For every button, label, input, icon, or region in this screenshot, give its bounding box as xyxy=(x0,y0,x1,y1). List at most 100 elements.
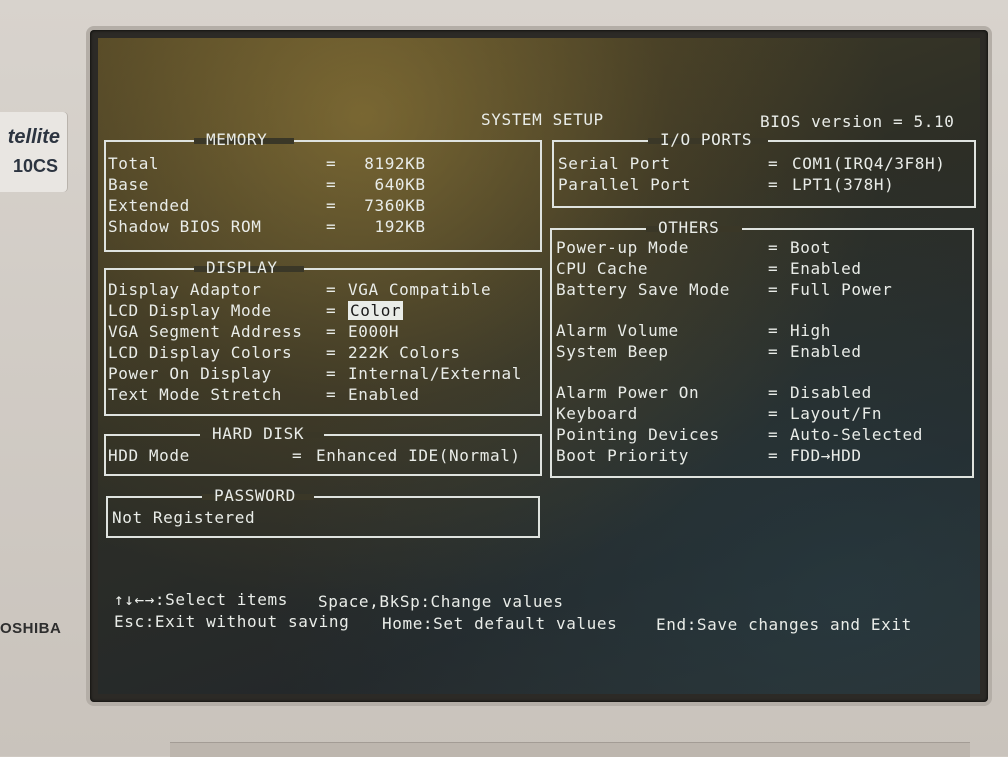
others-setting-equals: = xyxy=(768,446,779,465)
others-setting-label: Alarm Volume xyxy=(556,321,679,340)
help-set-default-values: Home:Set default values xyxy=(382,614,618,633)
memory-setting-value-cell: 7360KB xyxy=(354,196,426,216)
io-port-setting-equals: = xyxy=(768,154,779,173)
display-setting-value-cell: Color xyxy=(348,301,404,321)
display-setting-label: Text Mode Stretch xyxy=(108,385,282,404)
io-port-setting-label: Serial Port xyxy=(558,154,671,173)
others-setting-equals: = xyxy=(768,280,779,299)
others-setting-value-cell: Boot xyxy=(790,238,831,258)
others-setting-value[interactable]: Enabled xyxy=(790,342,862,361)
display-setting-label: VGA Segment Address xyxy=(108,322,303,341)
memory-setting-value[interactable]: 8192KB xyxy=(354,154,426,173)
help-change-values: Space,BkSp:Change values xyxy=(318,592,564,611)
others-setting-value-cell: Enabled xyxy=(790,342,862,362)
password-status[interactable]: Not Registered xyxy=(112,508,255,528)
others-setting-value-cell: Full Power xyxy=(790,280,892,300)
display-setting-label: Display Adaptor xyxy=(108,280,262,299)
others-setting-value[interactable]: Auto-Selected xyxy=(790,425,923,444)
display-setting-equals: = xyxy=(326,385,337,404)
others-setting-equals: = xyxy=(768,259,779,278)
others-setting-equals: = xyxy=(768,321,779,340)
model-logo-line2: 10CS xyxy=(12,156,58,176)
others-setting-value-cell: Auto-Selected xyxy=(790,425,923,445)
hard-disk-panel-title: HARD DISK xyxy=(212,424,305,443)
memory-setting-label: Extended xyxy=(108,196,190,215)
others-setting-value[interactable]: High xyxy=(790,321,831,340)
others-setting-label: CPU Cache xyxy=(556,259,649,278)
others-panel-title: OTHERS xyxy=(658,218,720,237)
display-setting-value[interactable]: Color xyxy=(348,301,404,320)
display-setting-label: LCD Display Mode xyxy=(108,301,272,320)
display-setting-equals: = xyxy=(326,301,337,320)
memory-panel-title: MEMORY xyxy=(206,130,268,149)
others-setting-value-cell: Layout/Fn xyxy=(790,404,882,424)
io-port-setting-label: Parallel Port xyxy=(558,175,692,194)
hdd-setting-equals: = xyxy=(292,446,303,465)
memory-setting-label: Base xyxy=(108,175,149,194)
io-port-setting-value-cell: COM1(IRQ4/3F8H) xyxy=(792,154,946,174)
display-setting-value-cell: Internal/External xyxy=(348,364,522,384)
io-ports-panel: I/O PORTS xyxy=(552,130,976,208)
display-setting-value[interactable]: Enabled xyxy=(348,385,420,404)
lcd-screen-frame: SYSTEM SETUP BIOS version = 5.10 MEMORY … xyxy=(90,30,988,702)
display-setting-value[interactable]: VGA Compatible xyxy=(348,280,491,299)
others-setting-label: Keyboard xyxy=(556,404,638,423)
memory-setting-label: Total xyxy=(108,154,160,173)
memory-setting-equals: = xyxy=(326,196,337,215)
others-setting-equals: = xyxy=(768,404,779,423)
display-setting-equals: = xyxy=(326,280,337,299)
display-setting-value-cell: VGA Compatible xyxy=(348,280,491,300)
hdd-setting-value[interactable]: Enhanced IDE(Normal) xyxy=(316,446,521,465)
display-setting-value-cell: Enabled xyxy=(348,385,420,405)
others-setting-label: System Beep xyxy=(556,342,669,361)
io-port-setting-value[interactable]: COM1(IRQ4/3F8H) xyxy=(792,154,946,173)
display-setting-equals: = xyxy=(326,364,337,383)
others-setting-equals: = xyxy=(768,238,779,257)
display-setting-label: LCD Display Colors xyxy=(108,343,293,362)
display-setting-value-cell: E000H xyxy=(348,322,399,342)
help-exit-without-saving: Esc:Exit without saving xyxy=(114,612,350,631)
others-setting-value[interactable]: Boot xyxy=(790,238,831,257)
hdd-setting-label: HDD Mode xyxy=(108,446,190,465)
others-setting-value[interactable]: FDD→HDD xyxy=(790,446,862,465)
display-setting-value[interactable]: Internal/External xyxy=(348,364,522,383)
bios-version: BIOS version = 5.10 xyxy=(760,112,955,131)
others-setting-label: Battery Save Mode xyxy=(556,280,730,299)
others-setting-value[interactable]: Disabled xyxy=(790,383,872,402)
others-setting-label: Boot Priority xyxy=(556,446,690,465)
display-setting-value[interactable]: 222K Colors xyxy=(348,343,461,362)
display-setting-equals: = xyxy=(326,343,337,362)
setup-title: SYSTEM SETUP xyxy=(481,110,604,129)
others-setting-equals: = xyxy=(768,342,779,361)
others-setting-value[interactable]: Enabled xyxy=(790,259,862,278)
bezel-bottom-edge xyxy=(170,742,970,757)
io-port-setting-value-cell: LPT1(378H) xyxy=(792,175,894,195)
others-setting-value[interactable]: Full Power xyxy=(790,280,892,299)
others-setting-equals: = xyxy=(768,425,779,444)
io-ports-panel-title: I/O PORTS xyxy=(660,130,753,149)
bios-setup-screen: SYSTEM SETUP BIOS version = 5.10 MEMORY … xyxy=(98,38,980,694)
others-setting-equals: = xyxy=(768,383,779,402)
others-setting-label: Pointing Devices xyxy=(556,425,720,444)
model-logo-badge: tellite 10CS xyxy=(0,112,68,192)
memory-setting-equals: = xyxy=(326,175,337,194)
others-setting-value-cell: Enabled xyxy=(790,259,862,279)
memory-setting-value[interactable]: 7360KB xyxy=(354,196,426,215)
memory-setting-label: Shadow BIOS ROM xyxy=(108,217,262,236)
hdd-setting-value-cell: Enhanced IDE(Normal) xyxy=(316,446,521,466)
memory-setting-value-cell: 8192KB xyxy=(354,154,426,174)
others-setting-value-cell: FDD→HDD xyxy=(790,446,862,466)
memory-setting-value-cell: 192KB xyxy=(354,217,426,237)
memory-setting-value[interactable]: 192KB xyxy=(354,217,426,236)
help-save-and-exit: End:Save changes and Exit xyxy=(656,615,912,634)
display-setting-label: Power On Display xyxy=(108,364,272,383)
help-select-items: ↑↓←→:Select items xyxy=(114,590,288,609)
display-setting-value[interactable]: E000H xyxy=(348,322,399,341)
memory-setting-value[interactable]: 640KB xyxy=(354,175,426,194)
display-setting-value-cell: 222K Colors xyxy=(348,343,461,363)
others-setting-value-cell: High xyxy=(790,321,831,341)
others-setting-value[interactable]: Layout/Fn xyxy=(790,404,882,423)
io-port-setting-value[interactable]: LPT1(378H) xyxy=(792,175,894,194)
others-setting-label: Alarm Power On xyxy=(556,383,700,402)
display-panel-title: DISPLAY xyxy=(206,258,278,277)
